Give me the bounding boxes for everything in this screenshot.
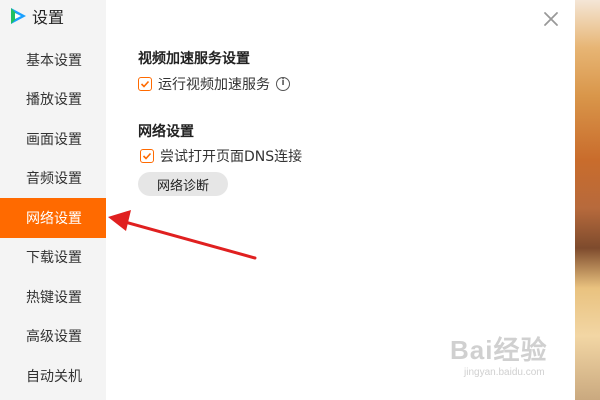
sidebar-item-basic[interactable]: 基本设置 <box>0 40 106 80</box>
sidebar-item-hotkeys[interactable]: 热键设置 <box>0 277 106 317</box>
sidebar-item-advanced[interactable]: 高级设置 <box>0 317 106 357</box>
info-icon[interactable]: i <box>276 77 290 91</box>
sidebar-item-network[interactable]: 网络设置 <box>0 198 106 238</box>
sidebar-item-auto-shutdown[interactable]: 自动关机 <box>0 356 106 396</box>
network-heading: 网络设置 <box>138 124 194 140</box>
network-diagnose-button[interactable]: 网络诊断 <box>138 172 228 196</box>
video-accel-label: 运行视频加速服务 <box>158 77 270 93</box>
sidebar-item-playback[interactable]: 播放设置 <box>0 80 106 120</box>
watermark-logo: Bai经验 <box>450 335 548 365</box>
watermark: Bai经验 jingyan.baidu.com <box>450 330 547 378</box>
watermark-url: jingyan.baidu.com <box>464 367 545 378</box>
dns-option[interactable]: 尝试打开页面DNS连接 <box>140 146 302 166</box>
dns-label: 尝试打开页面DNS连接 <box>160 149 303 165</box>
sidebar: 设置 基本设置 播放设置 画面设置 音频设置 网络设置 下载设置 热键设置 高级… <box>0 0 106 400</box>
window-title: 设置 <box>32 8 65 27</box>
video-accel-option[interactable]: 运行视频加速服务 i <box>138 74 290 94</box>
video-accel-heading: 视频加速服务设置 <box>138 51 250 67</box>
app-logo-icon <box>11 8 26 24</box>
close-icon[interactable] <box>541 9 561 29</box>
sidebar-item-audio[interactable]: 音频设置 <box>0 159 106 199</box>
title-bar: 设置 <box>8 4 64 28</box>
sidebar-item-picture[interactable]: 画面设置 <box>0 119 106 159</box>
video-accel-checkbox[interactable] <box>138 77 152 91</box>
sidebar-menu: 基本设置 播放设置 画面设置 音频设置 网络设置 下载设置 热键设置 高级设置 … <box>0 40 106 396</box>
dns-checkbox[interactable] <box>140 149 154 163</box>
sidebar-item-download[interactable]: 下载设置 <box>0 238 106 278</box>
checkmark-icon <box>142 152 152 160</box>
background-app-strip <box>575 0 600 400</box>
checkmark-icon <box>140 80 150 88</box>
